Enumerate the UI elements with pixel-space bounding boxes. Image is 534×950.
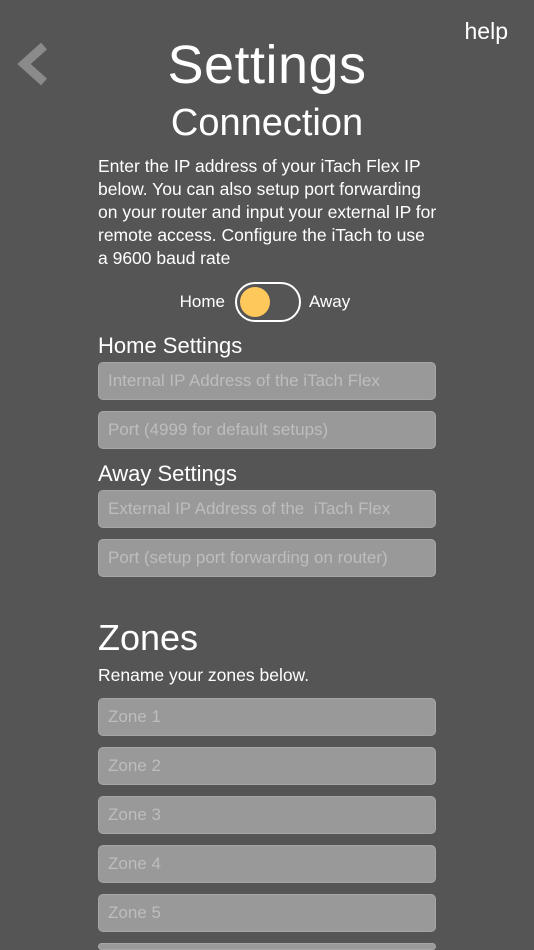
zone-5-input[interactable]	[98, 894, 436, 932]
away-port-input[interactable]	[98, 539, 436, 577]
connection-subtitle: Connection	[170, 102, 364, 144]
zones-subtitle: Rename your zones below.	[98, 665, 310, 685]
zone-2-input[interactable]	[98, 747, 436, 785]
zone-6-input[interactable]	[98, 943, 436, 950]
external-ip-input[interactable]	[98, 490, 436, 528]
toggle-knob	[240, 287, 270, 317]
internal-ip-input[interactable]	[98, 362, 436, 400]
zone-4-input[interactable]	[98, 845, 436, 883]
home-settings-heading: Home Settings	[98, 333, 243, 358]
toggle-label-home: Home	[179, 292, 225, 311]
home-port-input[interactable]	[98, 411, 436, 449]
home-away-toggle-row: Home Away	[0, 282, 534, 322]
zone-1-input[interactable]	[98, 698, 436, 736]
away-settings-heading: Away Settings	[98, 461, 238, 486]
connection-instructions: Enter the IP address of your iTach Flex …	[98, 156, 437, 268]
home-away-toggle[interactable]	[235, 282, 301, 322]
zone-3-input[interactable]	[98, 796, 436, 834]
zones-heading: Zones	[98, 617, 199, 658]
toggle-label-away: Away	[309, 292, 351, 311]
page-title: Settings	[167, 35, 367, 95]
